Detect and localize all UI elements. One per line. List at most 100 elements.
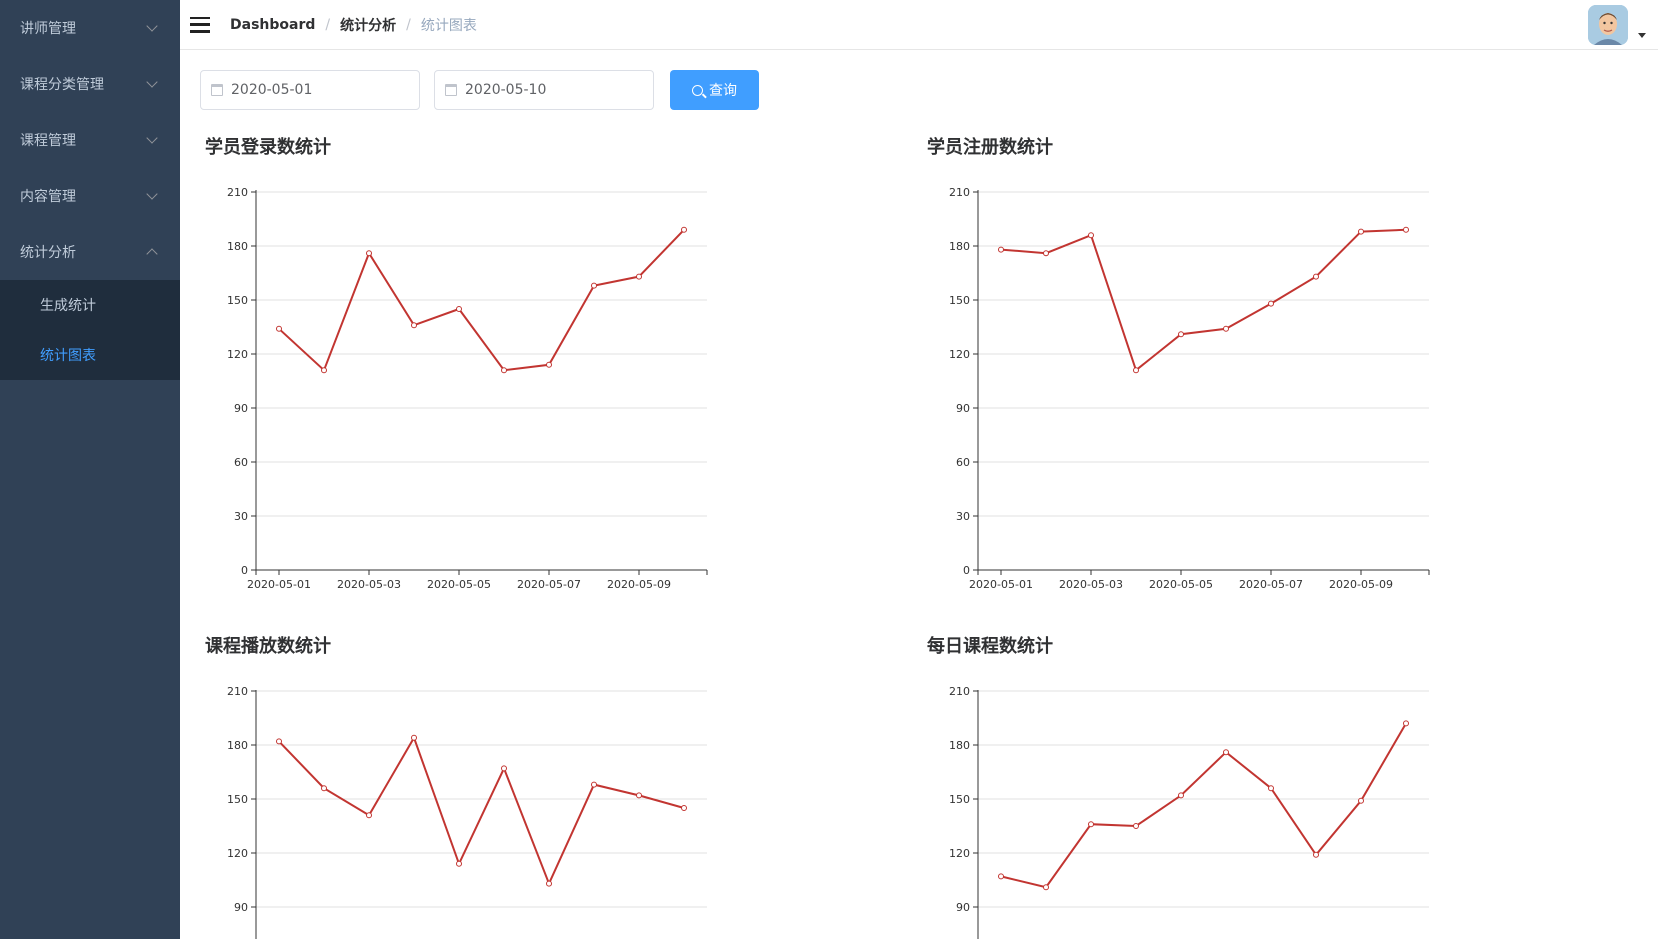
y-tick-label: 90 — [234, 402, 248, 415]
end-date-picker[interactable]: 2020-05-10 — [434, 70, 654, 110]
sidebar: 讲师管理 课程分类管理 课程管理 内容管理 统计分析 生成统计 统计图表 — [0, 0, 180, 939]
data-point — [1268, 300, 1274, 307]
y-tick-label: 210 — [227, 685, 248, 698]
y-tick-label: 0 — [963, 564, 970, 577]
y-tick-label: 150 — [949, 793, 970, 806]
chart-play: 90 120 150 180 210 — [227, 685, 707, 939]
menu-item-label: 内容管理 — [20, 189, 76, 205]
data-point — [1043, 250, 1049, 257]
chart-title-register: 学员注册数统计 — [927, 137, 1053, 158]
chevron-down-icon — [146, 20, 158, 32]
menu-item-lecturer[interactable]: 讲师管理 — [0, 0, 180, 56]
x-tick-label: 2020-05-05 — [1149, 578, 1213, 591]
data-point — [1403, 720, 1409, 727]
y-tick-label: 150 — [949, 294, 970, 307]
chevron-up-icon — [146, 248, 158, 260]
data-point — [456, 860, 462, 867]
menu-item-content[interactable]: 内容管理 — [0, 168, 180, 224]
menu-item-label: 课程管理 — [20, 133, 76, 149]
y-tick-label: 120 — [227, 348, 248, 361]
calendar-icon — [211, 84, 223, 96]
x-tick-label: 2020-05-09 — [1329, 578, 1393, 591]
data-point — [1223, 325, 1229, 332]
data-point — [321, 785, 327, 792]
x-tick-label: 2020-05-03 — [1059, 578, 1123, 591]
chart-register: 0 30 60 90 120 150 180 210 2020-05-01 2020-05-03 2… — [949, 186, 1430, 591]
data-point — [1313, 851, 1319, 858]
y-tick-label: 150 — [227, 793, 248, 806]
calendar-icon — [445, 84, 457, 96]
y-tick-label: 120 — [227, 847, 248, 860]
x-tick-label: 2020-05-07 — [1239, 578, 1303, 591]
menu-icon[interactable] — [190, 16, 210, 33]
breadcrumb-item-charts: 统计图表 — [420, 17, 477, 34]
data-point — [501, 367, 507, 374]
data-point — [998, 246, 1004, 253]
x-tick-label: 2020-05-07 — [517, 578, 581, 591]
menu-item-statistics[interactable]: 统计分析 — [0, 224, 180, 280]
chevron-down-icon — [146, 132, 158, 144]
chart-title-daily-course: 每日课程数统计 — [927, 636, 1053, 657]
data-point — [681, 226, 687, 233]
chart-login: 0 30 60 90 120 150 180 210 2020-05-01 2020-05-03 2… — [227, 186, 708, 591]
data-point — [456, 306, 462, 312]
submenu-item-generate[interactable]: 生成统计 — [0, 280, 180, 330]
x-tick-label: 2020-05-09 — [607, 578, 671, 591]
data-point — [1133, 823, 1139, 829]
breadcrumb-item-dashboard[interactable]: Dashboard — [230, 17, 315, 33]
menu-item-label: 课程分类管理 — [20, 77, 104, 93]
data-point — [546, 880, 552, 887]
y-tick-label: 180 — [227, 739, 248, 752]
chart-daily-course: 90 120 150 180 210 — [949, 685, 1429, 939]
data-point — [1223, 749, 1229, 756]
data-point — [1088, 821, 1094, 828]
y-tick-label: 30 — [234, 510, 248, 523]
breadcrumb-item-statistics[interactable]: 统计分析 — [340, 15, 396, 35]
data-point — [321, 367, 327, 374]
x-tick-label: 2020-05-03 — [337, 578, 401, 591]
series-line — [278, 735, 685, 887]
data-point — [681, 805, 687, 811]
menu-item-label: 统计分析 — [20, 245, 76, 261]
data-point — [1178, 331, 1184, 338]
data-point — [1178, 792, 1184, 799]
y-tick-label: 60 — [956, 456, 970, 469]
y-tick-label: 0 — [241, 564, 248, 577]
data-point — [1133, 367, 1139, 374]
query-button[interactable]: 查询 — [670, 70, 759, 110]
series-line — [1000, 722, 1407, 889]
breadcrumb: Dashboard / 统计分析 / 统计图表 — [230, 15, 477, 35]
menu-item-course[interactable]: 课程管理 — [0, 112, 180, 168]
breadcrumb-separator: / — [406, 16, 411, 33]
data-point — [1313, 273, 1319, 280]
chevron-down-icon — [146, 188, 158, 200]
end-date-value: 2020-05-10 — [465, 82, 547, 98]
y-tick-label: 60 — [234, 456, 248, 469]
caret-down-icon[interactable] — [1638, 33, 1646, 38]
data-point — [1358, 228, 1364, 235]
data-point — [411, 322, 417, 329]
menu-item-label: 讲师管理 — [20, 21, 76, 37]
chevron-down-icon — [146, 76, 158, 88]
submenu-item-charts[interactable]: 统计图表 — [0, 330, 180, 380]
search-icon — [692, 84, 703, 96]
y-tick-label: 30 — [956, 510, 970, 523]
y-tick-label: 120 — [949, 847, 970, 860]
data-point — [276, 738, 282, 745]
chart-title-play: 课程播放数统计 — [205, 636, 331, 657]
data-point — [636, 792, 642, 799]
y-tick-label: 150 — [227, 294, 248, 307]
start-date-picker[interactable]: 2020-05-01 — [200, 70, 420, 110]
y-tick-label: 120 — [949, 348, 970, 361]
query-button-label: 查询 — [709, 83, 737, 99]
y-tick-label: 210 — [949, 186, 970, 199]
data-point — [366, 250, 372, 257]
data-point — [1088, 232, 1094, 239]
start-date-value: 2020-05-01 — [231, 82, 313, 98]
data-point — [1358, 797, 1364, 804]
menu-item-course-category[interactable]: 课程分类管理 — [0, 56, 180, 112]
data-point — [546, 361, 552, 368]
submenu-statistics: 生成统计 统计图表 — [0, 280, 180, 380]
avatar[interactable] — [1588, 5, 1628, 45]
y-tick-label: 210 — [227, 186, 248, 199]
